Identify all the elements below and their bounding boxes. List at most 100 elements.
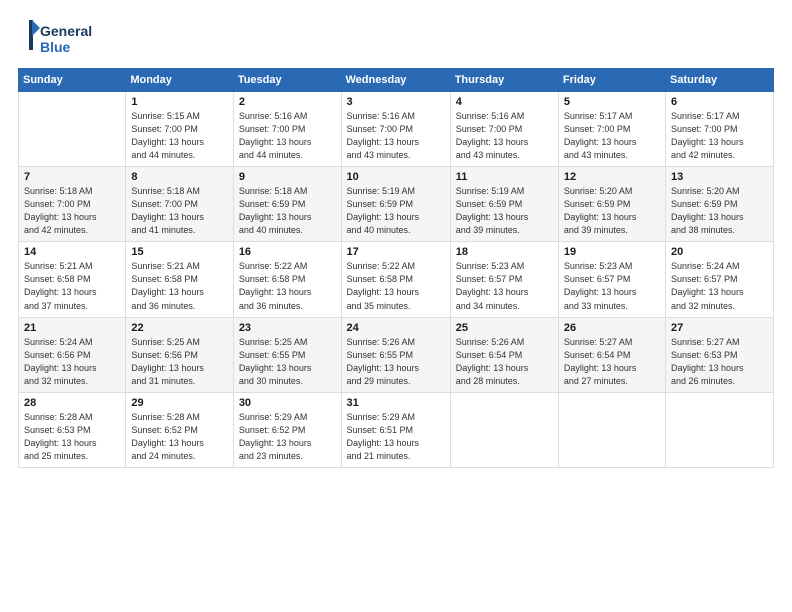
day-info: Sunrise: 5:16 AM Sunset: 7:00 PM Dayligh… bbox=[456, 110, 553, 162]
day-info: Sunrise: 5:17 AM Sunset: 7:00 PM Dayligh… bbox=[564, 110, 660, 162]
day-info: Sunrise: 5:18 AM Sunset: 7:00 PM Dayligh… bbox=[131, 185, 227, 237]
day-info: Sunrise: 5:16 AM Sunset: 7:00 PM Dayligh… bbox=[347, 110, 445, 162]
day-number: 23 bbox=[239, 322, 336, 334]
day-cell: 1 Sunrise: 5:15 AM Sunset: 7:00 PM Daylig… bbox=[126, 92, 233, 167]
day-cell: 7 Sunrise: 5:18 AM Sunset: 7:00 PM Daylig… bbox=[19, 167, 126, 242]
calendar-page: GeneralBlue SundayMondayTuesdayWednesday… bbox=[0, 0, 792, 612]
weekday-header-friday: Friday bbox=[558, 69, 665, 92]
day-cell: 16Sunrise: 5:22 AM Sunset: 6:58 PM Dayli… bbox=[233, 242, 341, 317]
day-cell: 17 Sunrise: 5:22 AM Sunset: 6:58 PM Dayli… bbox=[341, 242, 450, 317]
day-info: Sunrise: 5:28 AM Sunset: 6:53 PM Dayligh… bbox=[24, 411, 120, 463]
day-number: 7 bbox=[24, 171, 120, 183]
day-cell: 14 Sunrise: 5:21 AM Sunset: 6:58 PM Dayli… bbox=[19, 242, 126, 317]
day-number: 20 bbox=[671, 246, 768, 258]
day-cell bbox=[665, 392, 773, 467]
day-info: Sunrise: 5:24 AM Sunset: 6:56 PM Dayligh… bbox=[24, 336, 120, 388]
day-cell: 25 Sunrise: 5:26 AM Sunset: 6:54 PM Dayli… bbox=[450, 317, 558, 392]
day-number: 26 bbox=[564, 322, 660, 334]
day-cell bbox=[19, 92, 126, 167]
day-number: 30 bbox=[239, 397, 336, 409]
day-cell: 4Sunrise: 5:16 AM Sunset: 7:00 PM Daylig… bbox=[450, 92, 558, 167]
svg-text:General: General bbox=[40, 23, 92, 39]
day-info: Sunrise: 5:18 AM Sunset: 6:59 PM Dayligh… bbox=[239, 185, 336, 237]
weekday-header-sunday: Sunday bbox=[19, 69, 126, 92]
day-info: Sunrise: 5:17 AM Sunset: 7:00 PM Dayligh… bbox=[671, 110, 768, 162]
logo-svg: GeneralBlue bbox=[18, 18, 98, 58]
weekday-header-tuesday: Tuesday bbox=[233, 69, 341, 92]
day-info: Sunrise: 5:25 AM Sunset: 6:55 PM Dayligh… bbox=[239, 336, 336, 388]
svg-text:Blue: Blue bbox=[40, 39, 71, 55]
day-number: 14 bbox=[24, 246, 120, 258]
day-number: 28 bbox=[24, 397, 120, 409]
day-info: Sunrise: 5:25 AM Sunset: 6:56 PM Dayligh… bbox=[131, 336, 227, 388]
day-info: Sunrise: 5:21 AM Sunset: 6:58 PM Dayligh… bbox=[131, 260, 227, 312]
logo: GeneralBlue bbox=[18, 18, 98, 58]
day-cell: 29Sunrise: 5:28 AM Sunset: 6:52 PM Dayli… bbox=[126, 392, 233, 467]
day-info: Sunrise: 5:20 AM Sunset: 6:59 PM Dayligh… bbox=[671, 185, 768, 237]
day-info: Sunrise: 5:20 AM Sunset: 6:59 PM Dayligh… bbox=[564, 185, 660, 237]
calendar-table: SundayMondayTuesdayWednesdayThursdayFrid… bbox=[18, 68, 774, 468]
day-cell: 6 Sunrise: 5:17 AM Sunset: 7:00 PM Daylig… bbox=[665, 92, 773, 167]
day-number: 25 bbox=[456, 322, 553, 334]
day-cell: 2 Sunrise: 5:16 AM Sunset: 7:00 PM Daylig… bbox=[233, 92, 341, 167]
day-number: 8 bbox=[131, 171, 227, 183]
day-cell: 15 Sunrise: 5:21 AM Sunset: 6:58 PM Dayli… bbox=[126, 242, 233, 317]
day-number: 31 bbox=[347, 397, 445, 409]
day-cell: 9Sunrise: 5:18 AM Sunset: 6:59 PM Daylig… bbox=[233, 167, 341, 242]
day-number: 6 bbox=[671, 96, 768, 108]
day-cell: 13Sunrise: 5:20 AM Sunset: 6:59 PM Dayli… bbox=[665, 167, 773, 242]
day-info: Sunrise: 5:24 AM Sunset: 6:57 PM Dayligh… bbox=[671, 260, 768, 312]
day-info: Sunrise: 5:23 AM Sunset: 6:57 PM Dayligh… bbox=[564, 260, 660, 312]
day-cell: 3 Sunrise: 5:16 AM Sunset: 7:00 PM Daylig… bbox=[341, 92, 450, 167]
day-info: Sunrise: 5:27 AM Sunset: 6:53 PM Dayligh… bbox=[671, 336, 768, 388]
day-info: Sunrise: 5:22 AM Sunset: 6:58 PM Dayligh… bbox=[347, 260, 445, 312]
day-number: 10 bbox=[347, 171, 445, 183]
day-number: 22 bbox=[131, 322, 227, 334]
day-number: 5 bbox=[564, 96, 660, 108]
day-number: 1 bbox=[131, 96, 227, 108]
day-number: 21 bbox=[24, 322, 120, 334]
weekday-header-monday: Monday bbox=[126, 69, 233, 92]
day-cell: 22 Sunrise: 5:25 AM Sunset: 6:56 PM Dayli… bbox=[126, 317, 233, 392]
day-cell: 19 Sunrise: 5:23 AM Sunset: 6:57 PM Dayli… bbox=[558, 242, 665, 317]
day-info: Sunrise: 5:18 AM Sunset: 7:00 PM Dayligh… bbox=[24, 185, 120, 237]
day-info: Sunrise: 5:16 AM Sunset: 7:00 PM Dayligh… bbox=[239, 110, 336, 162]
day-number: 29 bbox=[131, 397, 227, 409]
day-cell: 8 Sunrise: 5:18 AM Sunset: 7:00 PM Daylig… bbox=[126, 167, 233, 242]
day-info: Sunrise: 5:22 AM Sunset: 6:58 PM Dayligh… bbox=[239, 260, 336, 312]
day-cell: 24 Sunrise: 5:26 AM Sunset: 6:55 PM Dayli… bbox=[341, 317, 450, 392]
day-number: 3 bbox=[347, 96, 445, 108]
day-info: Sunrise: 5:27 AM Sunset: 6:54 PM Dayligh… bbox=[564, 336, 660, 388]
day-info: Sunrise: 5:26 AM Sunset: 6:54 PM Dayligh… bbox=[456, 336, 553, 388]
day-number: 17 bbox=[347, 246, 445, 258]
weekday-header-thursday: Thursday bbox=[450, 69, 558, 92]
day-cell bbox=[450, 392, 558, 467]
day-number: 19 bbox=[564, 246, 660, 258]
day-info: Sunrise: 5:29 AM Sunset: 6:52 PM Dayligh… bbox=[239, 411, 336, 463]
day-cell: 31 Sunrise: 5:29 AM Sunset: 6:51 PM Dayli… bbox=[341, 392, 450, 467]
day-info: Sunrise: 5:15 AM Sunset: 7:00 PM Dayligh… bbox=[131, 110, 227, 162]
day-number: 2 bbox=[239, 96, 336, 108]
day-cell: 5 Sunrise: 5:17 AM Sunset: 7:00 PM Daylig… bbox=[558, 92, 665, 167]
day-number: 15 bbox=[131, 246, 227, 258]
day-cell: 28 Sunrise: 5:28 AM Sunset: 6:53 PM Dayli… bbox=[19, 392, 126, 467]
day-cell: 20 Sunrise: 5:24 AM Sunset: 6:57 PM Dayli… bbox=[665, 242, 773, 317]
day-number: 11 bbox=[456, 171, 553, 183]
day-number: 12 bbox=[564, 171, 660, 183]
day-info: Sunrise: 5:26 AM Sunset: 6:55 PM Dayligh… bbox=[347, 336, 445, 388]
day-number: 24 bbox=[347, 322, 445, 334]
day-number: 27 bbox=[671, 322, 768, 334]
day-cell: 11 Sunrise: 5:19 AM Sunset: 6:59 PM Dayli… bbox=[450, 167, 558, 242]
day-cell: 18Sunrise: 5:23 AM Sunset: 6:57 PM Dayli… bbox=[450, 242, 558, 317]
weekday-header-row: SundayMondayTuesdayWednesdayThursdayFrid… bbox=[19, 69, 774, 92]
week-row-3: 14 Sunrise: 5:21 AM Sunset: 6:58 PM Dayli… bbox=[19, 242, 774, 317]
day-info: Sunrise: 5:21 AM Sunset: 6:58 PM Dayligh… bbox=[24, 260, 120, 312]
day-info: Sunrise: 5:19 AM Sunset: 6:59 PM Dayligh… bbox=[456, 185, 553, 237]
week-row-2: 7 Sunrise: 5:18 AM Sunset: 7:00 PM Daylig… bbox=[19, 167, 774, 242]
weekday-header-saturday: Saturday bbox=[665, 69, 773, 92]
week-row-4: 21 Sunrise: 5:24 AM Sunset: 6:56 PM Dayli… bbox=[19, 317, 774, 392]
week-row-1: 1 Sunrise: 5:15 AM Sunset: 7:00 PM Daylig… bbox=[19, 92, 774, 167]
day-cell: 27 Sunrise: 5:27 AM Sunset: 6:53 PM Dayli… bbox=[665, 317, 773, 392]
day-info: Sunrise: 5:29 AM Sunset: 6:51 PM Dayligh… bbox=[347, 411, 445, 463]
day-cell: 26 Sunrise: 5:27 AM Sunset: 6:54 PM Dayli… bbox=[558, 317, 665, 392]
